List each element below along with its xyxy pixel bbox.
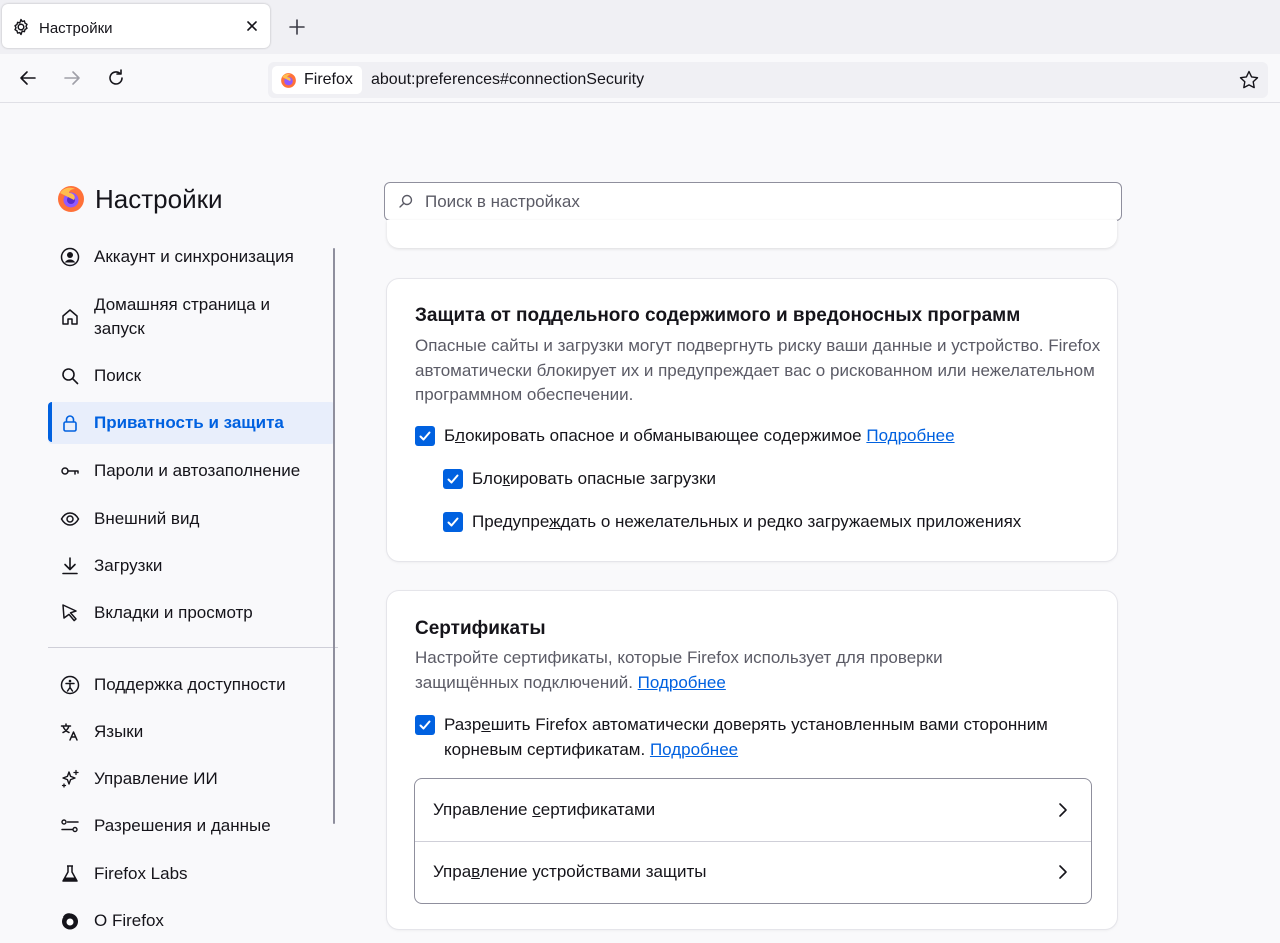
checkbox-label: Блокировать опасные загрузки (472, 469, 717, 488)
sidebar-item-account[interactable]: Аккаунт и синхронизация (48, 237, 335, 277)
sidebar-item-label: Разрешения и данные (94, 816, 271, 835)
gear-icon (12, 18, 30, 36)
search-icon (398, 193, 414, 209)
url-text[interactable]: about:preferences#connectionSecurity (371, 71, 644, 89)
sidebar-item-about[interactable]: О Firefox (48, 901, 335, 941)
enterprise-roots-checkbox[interactable] (415, 715, 435, 735)
search-input[interactable] (425, 183, 1105, 220)
previous-section-card (387, 220, 1117, 248)
section-title: Защита от поддельного содержимого и вред… (415, 305, 1021, 326)
manage-certificates-button[interactable]: Управление сертификатами (415, 779, 1091, 841)
sidebar-item-languages[interactable]: Языки (48, 712, 335, 752)
page-title: Настройки (95, 184, 223, 214)
permissions-icon (60, 816, 80, 836)
sidebar-item-tabs[interactable]: Вкладки и просмотр (48, 593, 335, 633)
certificate-buttons-group: Управление сертификатами Управление устр… (414, 778, 1092, 904)
bookmark-star-icon[interactable] (1238, 69, 1260, 91)
key-icon (60, 461, 80, 481)
sidebar-item-label: Аккаунт и синхронизация (94, 247, 294, 266)
sparkle-icon (60, 769, 80, 789)
sidebar-item-label: Пароли и автозаполнение (94, 461, 301, 480)
section-description: Настройте сертификаты, которые Firefox и… (415, 648, 943, 692)
accessibility-icon (60, 675, 80, 695)
warn-unwanted-checkbox[interactable] (443, 512, 463, 532)
certificates-card: Сертификаты Настройте сертификаты, котор… (387, 591, 1117, 929)
close-icon[interactable] (242, 16, 262, 36)
chevron-right-icon (1055, 862, 1071, 882)
flask-icon (60, 864, 80, 884)
learn-more-link[interactable]: Подробнее (650, 740, 738, 759)
search-icon (60, 366, 80, 386)
identity-box[interactable]: Firefox (272, 66, 362, 94)
home-icon (60, 307, 80, 327)
eye-icon (60, 509, 80, 529)
back-button[interactable] (17, 67, 39, 89)
firefox-icon (60, 911, 80, 931)
checkbox-label: Блокировать опасное и обманывающее содер… (444, 426, 955, 445)
translate-icon (60, 722, 80, 742)
block-dangerous-checkbox[interactable] (415, 426, 435, 446)
sidebar-item-label: Поддержка доступности (94, 675, 286, 694)
firefox-logo-icon (280, 72, 297, 89)
learn-more-link[interactable]: Подробнее (866, 426, 954, 445)
sidebar-item-label: Загрузки (94, 556, 163, 575)
security-devices-button[interactable]: Управление устройствами защиты (415, 841, 1091, 903)
sidebar-item-search[interactable]: Поиск (48, 356, 335, 396)
settings-search (384, 182, 1122, 221)
sidebar-item-label: Поиск (94, 366, 142, 385)
sidebar-item-permissions[interactable]: Разрешения и данные (48, 806, 335, 846)
section-description: Опасные сайты и загрузки могут подвергну… (415, 336, 1101, 404)
tab-settings[interactable]: Настройки (2, 4, 270, 48)
checkbox-label: Разрешить Firefox автоматически доверять… (444, 715, 1048, 759)
deceptive-content-card: Защита от поддельного содержимого и вред… (387, 279, 1117, 561)
sidebar-item-ai[interactable]: Управление ИИ (48, 759, 335, 799)
sidebar-item-passwords[interactable]: Пароли и автозаполнение (48, 451, 335, 491)
lock-icon (60, 413, 80, 433)
sidebar-item-label: Внешний вид (94, 509, 200, 528)
sidebar-item-label: Управление ИИ (94, 769, 218, 788)
cursor-icon (60, 603, 80, 623)
learn-more-link[interactable]: Подробнее (638, 673, 726, 692)
tab-title: Настройки (39, 20, 113, 37)
sidebar-item-label: О Firefox (94, 911, 164, 930)
sidebar-item-label: Языки (94, 722, 144, 741)
checkbox-label: Предупреждать о нежелательных и редко за… (472, 512, 1022, 531)
sidebar-item-home[interactable]: Домашняя страница и запуск (48, 287, 335, 347)
button-label: Управление сертификатами (433, 800, 656, 819)
account-icon (60, 247, 80, 267)
forward-button[interactable] (61, 67, 83, 89)
chevron-right-icon (1055, 800, 1071, 820)
button-label: Управление устройствами защиты (433, 862, 707, 881)
sidebar-item-accessibility[interactable]: Поддержка доступности (48, 665, 335, 705)
sidebar-item-downloads[interactable]: Загрузки (48, 546, 335, 586)
download-icon (60, 556, 80, 576)
tab-bar: Настройки (0, 0, 1280, 54)
sidebar-item-labs[interactable]: Firefox Labs (48, 854, 335, 894)
url-bar[interactable]: Firefox about:preferences#connectionSecu… (268, 62, 1268, 98)
sidebar-item-appearance[interactable]: Внешний вид (48, 499, 335, 539)
sidebar-item-label: Firefox Labs (94, 864, 188, 883)
nav-bar: Firefox about:preferences#connectionSecu… (0, 54, 1280, 103)
new-tab-button[interactable] (286, 16, 308, 38)
sidebar-item-label: Приватность и защита (94, 413, 284, 432)
section-title: Сертификаты (415, 618, 546, 639)
sidebar-divider (48, 647, 338, 648)
firefox-logo-icon (56, 184, 86, 214)
sidebar-item-label: Вкладки и просмотр (94, 603, 253, 622)
sidebar-item-label: Домашняя страница и запуск (94, 295, 270, 338)
sidebar-item-privacy[interactable]: Приватность и защита (48, 402, 335, 444)
reload-button[interactable] (105, 67, 127, 89)
block-downloads-checkbox[interactable] (443, 469, 463, 489)
identity-label: Firefox (304, 71, 353, 88)
